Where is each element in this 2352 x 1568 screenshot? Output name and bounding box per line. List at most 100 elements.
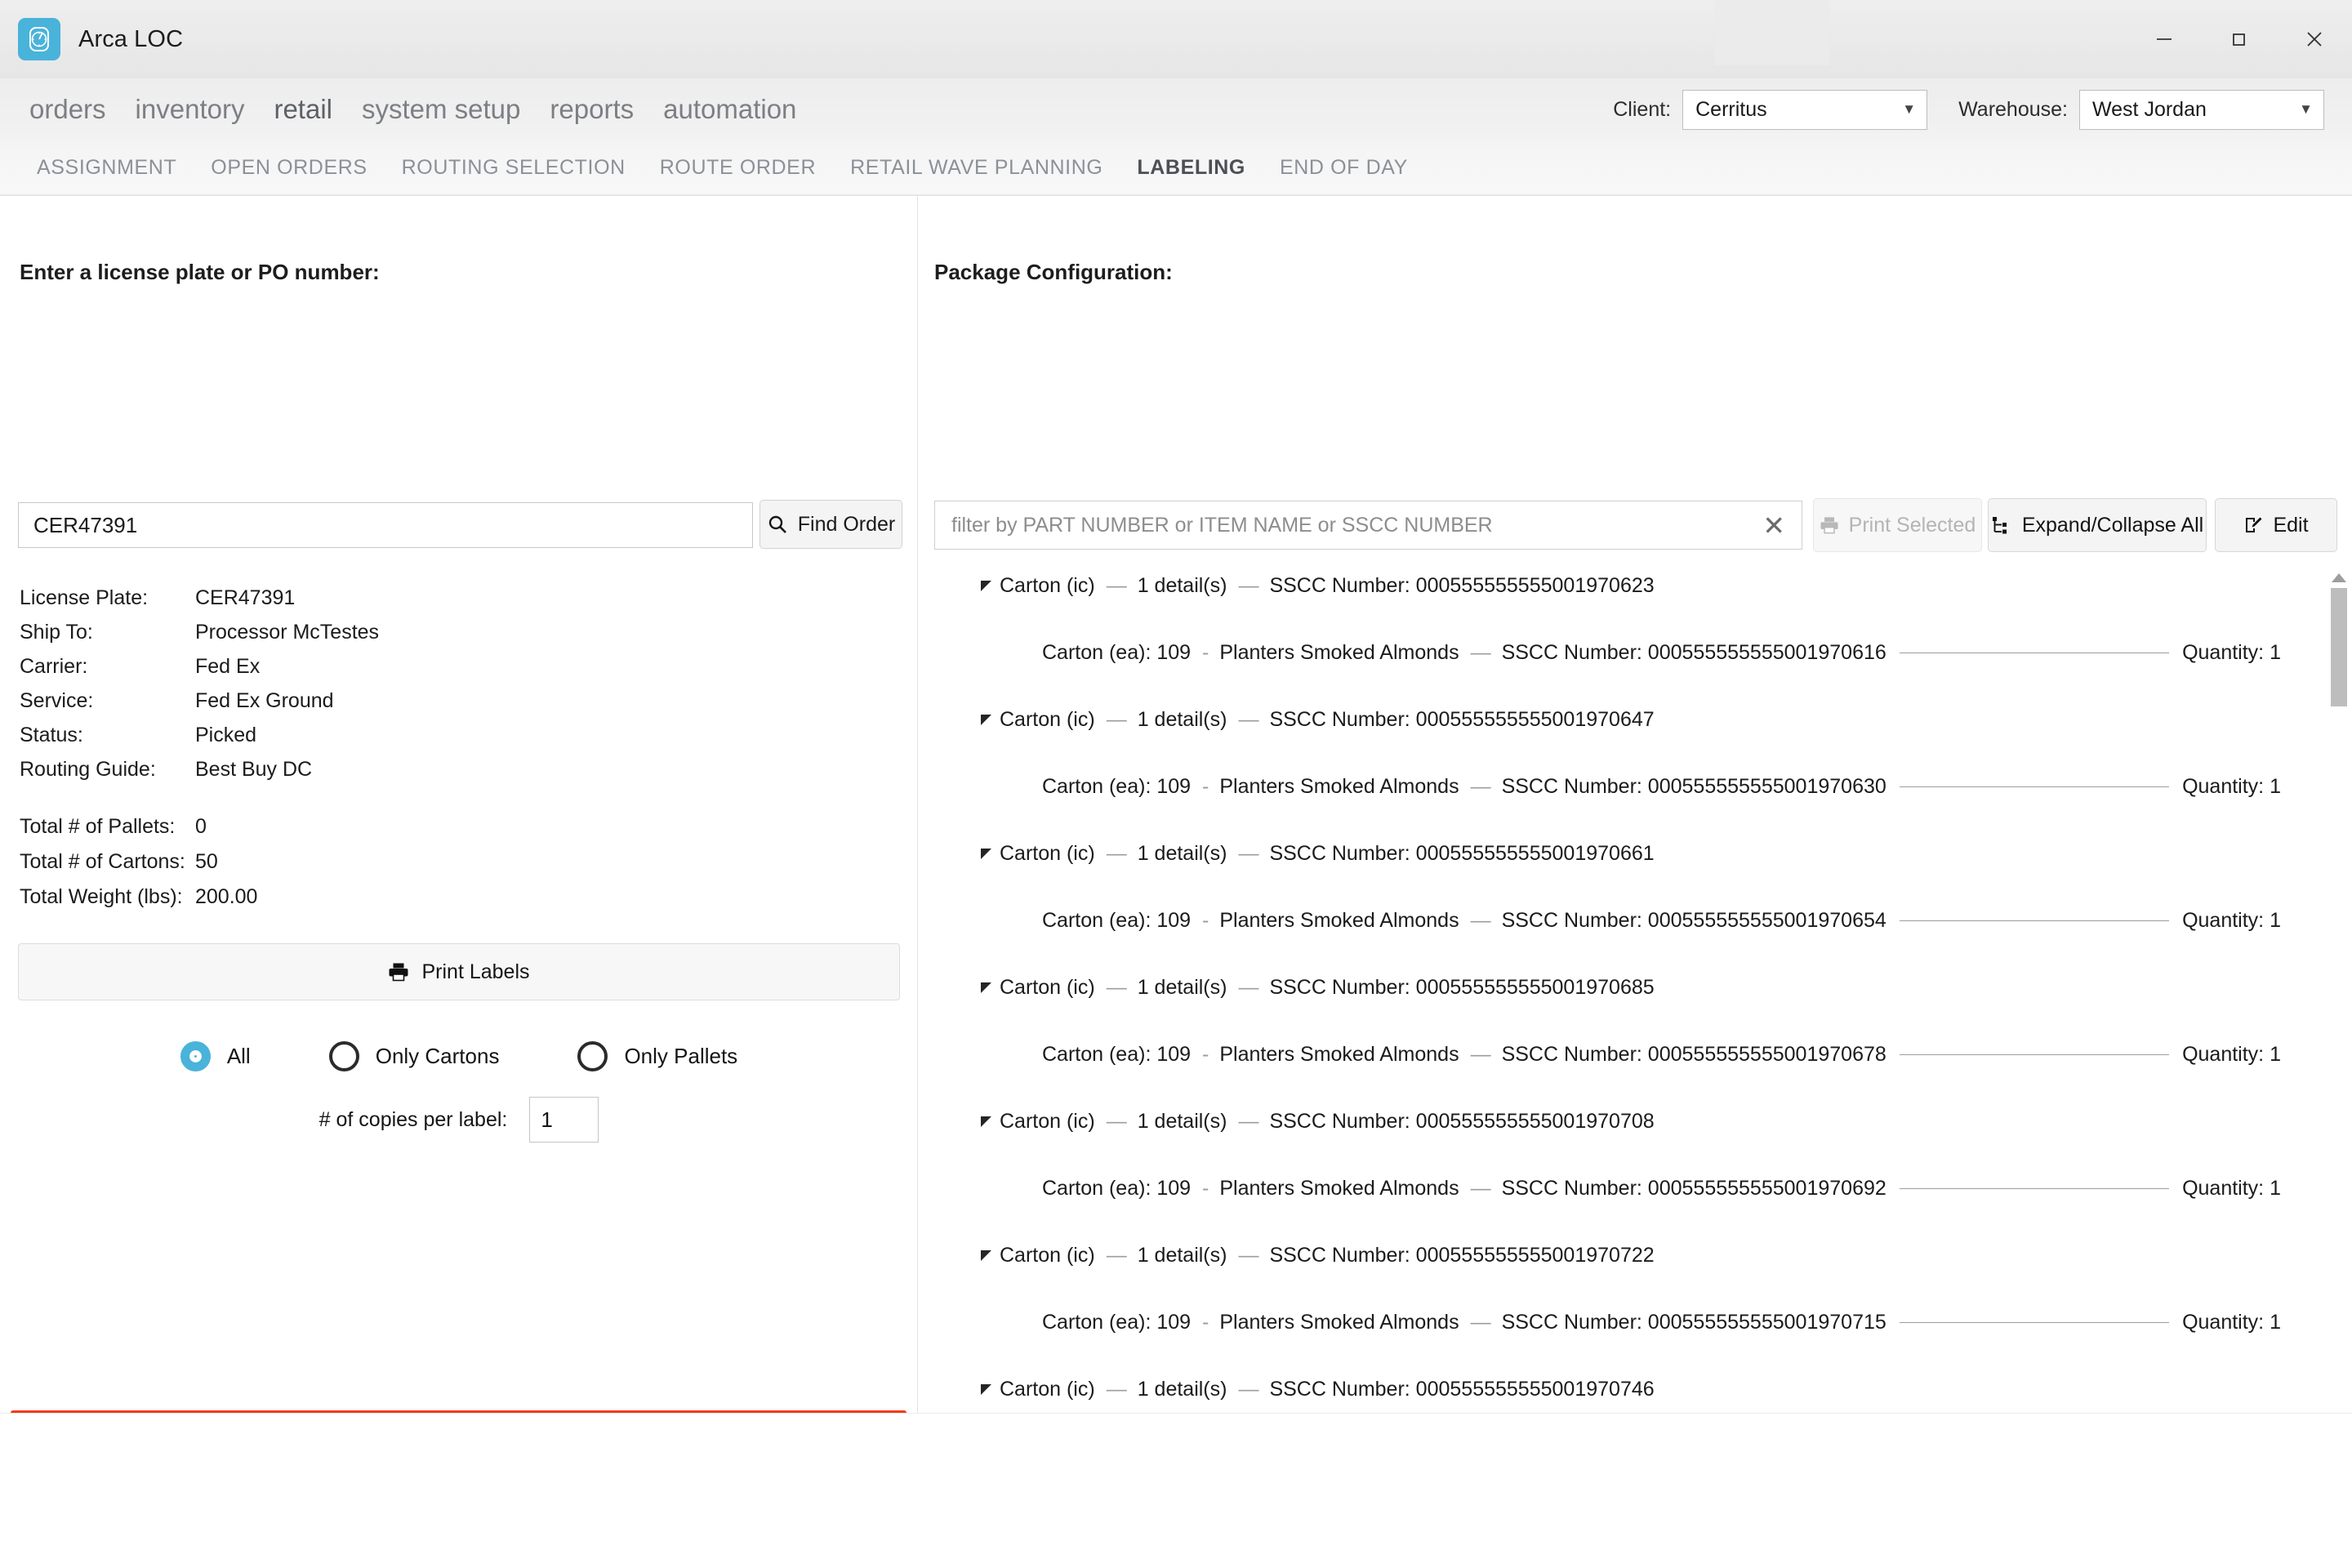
collapse-triangle-icon[interactable] [981, 580, 991, 591]
collapse-triangle-icon[interactable] [981, 982, 991, 993]
tree-row-parent[interactable]: Carton (ic) — 1 detail(s) — SSCC Number:… [918, 835, 2310, 871]
tree-vertical-scrollbar[interactable] [2331, 573, 2347, 1488]
child-item-name: Planters Smoked Almonds [1219, 1176, 1459, 1200]
quantity-prefix: Quantity: [2182, 1310, 2265, 1334]
detail-row: Routing Guide: Best Buy DC [20, 760, 379, 780]
close-icon[interactable]: ✕ [1762, 512, 1785, 539]
radio-option-only-cartons[interactable]: Only Cartons [328, 1040, 499, 1071]
sscc-prefix: SSCC Number: [1269, 1243, 1410, 1267]
sscc-prefix: SSCC Number: [1501, 1042, 1642, 1066]
sscc-prefix: SSCC Number: [1269, 1109, 1410, 1133]
edit-button[interactable]: Edit [2215, 498, 2337, 552]
tree-row-parent[interactable]: Carton (ic) — 1 detail(s) — SSCC Number:… [918, 1103, 2310, 1139]
expand-collapse-all-button[interactable]: Expand/Collapse All [1988, 498, 2207, 552]
order-details-list: License Plate: CER47391 Ship To: Process… [20, 588, 379, 794]
separator-dash: — [1106, 1109, 1127, 1133]
separator-dash: — [1238, 573, 1258, 597]
tree-row-child[interactable]: Carton (ea): 109 - Planters Smoked Almon… [918, 635, 2310, 670]
detail-row: License Plate: CER47391 [20, 588, 379, 608]
tree-group-gap [918, 670, 2310, 702]
license-plate-input[interactable]: CER47391 [18, 502, 753, 548]
tab-retail-wave-planning[interactable]: RETAIL WAVE PLANNING [833, 156, 1120, 180]
title-bar-drag-region [1715, 0, 1829, 65]
detail-row: Service: Fed Ex Ground [20, 691, 379, 711]
tree-row-parent[interactable]: Carton (ic) — 1 detail(s) — SSCC Number:… [918, 1237, 2310, 1273]
detail-label: Status: [20, 724, 83, 746]
close-button[interactable] [2277, 0, 2352, 78]
copies-per-label-input[interactable]: 1 [529, 1097, 599, 1143]
parent-detail-count: 1 detail(s) [1137, 975, 1227, 999]
tree-row-child[interactable]: Carton (ea): 109 - Planters Smoked Almon… [918, 768, 2310, 804]
maximize-button[interactable] [2202, 0, 2277, 78]
warehouse-select[interactable]: West Jordan ▼ [2079, 89, 2324, 130]
client-label: Client: [1613, 97, 1672, 121]
separator-dash: — [1470, 1310, 1491, 1334]
parent-type: Carton (ic) [1000, 975, 1095, 999]
tree-row-parent[interactable]: Carton (ic) — 1 detail(s) — SSCC Number:… [918, 1371, 2310, 1407]
radio-option-only-pallets[interactable]: Only Pallets [577, 1040, 737, 1071]
tree-row-parent[interactable]: Carton (ic) — 1 detail(s) — SSCC Number:… [918, 568, 2310, 604]
package-filter-input[interactable]: filter by PART NUMBER or ITEM NAME or SS… [934, 501, 1802, 550]
menu-item-reports[interactable]: reports [535, 94, 648, 125]
tree-row-child[interactable]: Carton (ea): 109 - Planters Smoked Almon… [918, 1304, 2310, 1340]
collapse-triangle-icon[interactable] [981, 1116, 991, 1127]
separator-dash: — [1238, 1109, 1258, 1133]
find-order-button[interactable]: Find Order [760, 500, 902, 549]
radio-icon [577, 1040, 608, 1071]
tab-routing-selection[interactable]: ROUTING SELECTION [385, 156, 643, 180]
window-bottom-strip [0, 1413, 2352, 1568]
client-select[interactable]: Cerritus ▼ [1682, 89, 1928, 130]
collapse-triangle-icon[interactable] [981, 1383, 991, 1395]
app-title: Arca LOC [78, 25, 184, 52]
collapse-triangle-icon[interactable] [981, 714, 991, 725]
radio-option-all[interactable]: All [180, 1040, 251, 1071]
copies-per-label-row: # of copies per label: 1 [18, 1094, 900, 1145]
scrollbar-thumb[interactable] [2331, 588, 2347, 706]
detail-label: License Plate: [20, 586, 149, 609]
detail-label: Service: [20, 689, 94, 712]
parent-sscc: 000555555555001970647 [1415, 707, 1655, 731]
menu-item-orders[interactable]: orders [15, 94, 121, 125]
tree-row-parent[interactable]: Carton (ic) — 1 detail(s) — SSCC Number:… [918, 969, 2310, 1005]
child-type: Carton (ea): 109 [1042, 774, 1192, 798]
menu-item-system-setup[interactable]: system setup [347, 94, 535, 125]
menu-item-automation[interactable]: automation [648, 94, 811, 125]
quantity-prefix: Quantity: [2182, 640, 2265, 664]
package-tree[interactable]: Carton (ic) — 1 detail(s) — SSCC Number:… [918, 568, 2352, 1482]
app-logo-icon [18, 18, 60, 60]
tree-group-gap [918, 804, 2310, 835]
tree-row-child[interactable]: Carton (ea): 109 - Planters Smoked Almon… [918, 902, 2310, 938]
chevron-down-icon: ▼ [1902, 101, 1917, 117]
scroll-up-arrow-icon[interactable] [2332, 573, 2346, 582]
tab-assignment[interactable]: ASSIGNMENT [20, 156, 194, 180]
tab-open-orders[interactable]: OPEN ORDERS [194, 156, 384, 180]
child-item-name: Planters Smoked Almonds [1219, 908, 1459, 932]
menu-item-inventory[interactable]: inventory [121, 94, 260, 125]
row-connector-line [1899, 1054, 2170, 1055]
copies-per-label-label: # of copies per label: [318, 1107, 508, 1131]
parent-type: Carton (ic) [1000, 1377, 1095, 1401]
tree-group: Carton (ic) — 1 detail(s) — SSCC Number:… [918, 1237, 2310, 1340]
tab-labeling[interactable]: LABELING [1120, 156, 1263, 180]
expand-collapse-all-label: Expand/Collapse All [2021, 513, 2204, 537]
tab-route-order[interactable]: ROUTE ORDER [643, 156, 833, 180]
separator-dash: - [1202, 1042, 1209, 1066]
tree-row-child[interactable]: Carton (ea): 109 - Planters Smoked Almon… [918, 1036, 2310, 1072]
collapse-triangle-icon[interactable] [981, 848, 991, 859]
tree-group-gap [918, 1206, 2310, 1237]
print-labels-button[interactable]: Print Labels [18, 943, 900, 1000]
detail-value: Best Buy DC [195, 758, 313, 781]
separator-dash: — [1106, 707, 1127, 731]
sscc-prefix: SSCC Number: [1501, 640, 1642, 664]
child-type: Carton (ea): 109 [1042, 1176, 1192, 1200]
tab-end-of-day[interactable]: END OF DAY [1263, 156, 1425, 180]
minimize-button[interactable] [2127, 0, 2202, 78]
title-bar-left: Arca LOC [0, 18, 183, 60]
menu-item-retail[interactable]: retail [259, 94, 347, 125]
tree-row-child[interactable]: Carton (ea): 109 - Planters Smoked Almon… [918, 1170, 2310, 1206]
tree-row-parent[interactable]: Carton (ic) — 1 detail(s) — SSCC Number:… [918, 702, 2310, 737]
print-selected-button[interactable]: Print Selected [1813, 498, 1982, 552]
row-connector-line [1899, 786, 2170, 787]
sub-tab-bar: ASSIGNMENT OPEN ORDERS ROUTING SELECTION… [0, 140, 2352, 194]
collapse-triangle-icon[interactable] [981, 1250, 991, 1261]
